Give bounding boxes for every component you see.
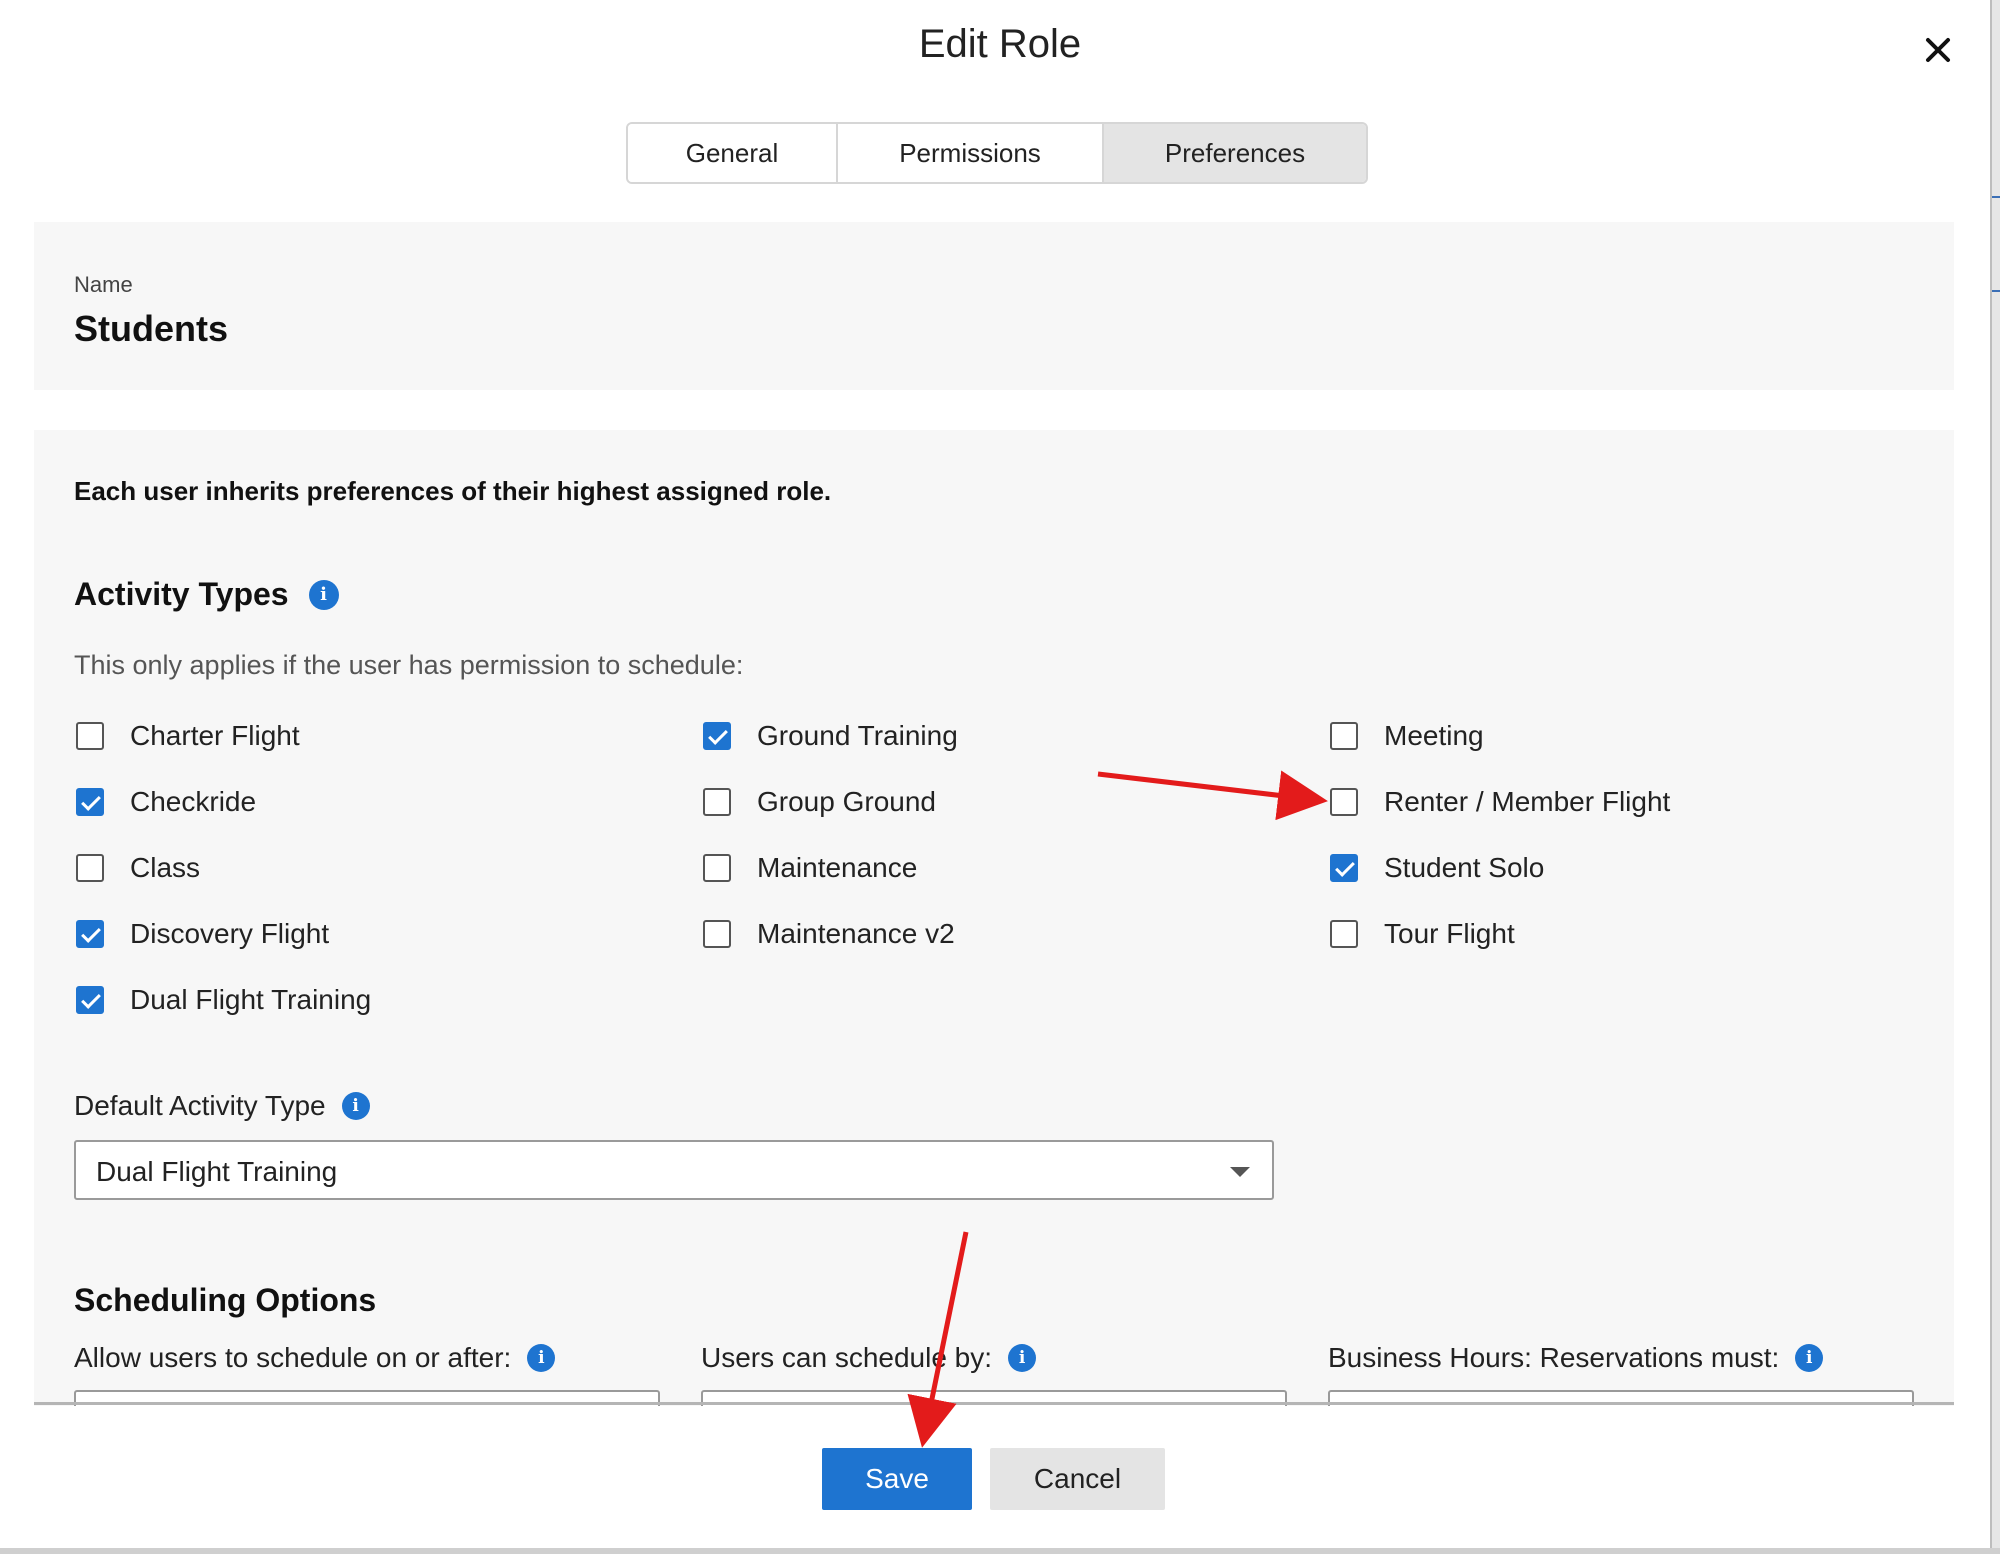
checkbox-icon[interactable] xyxy=(1330,788,1358,816)
checkbox-student-solo[interactable]: Student Solo xyxy=(1330,852,1544,884)
name-section: Name Students xyxy=(34,222,1954,390)
scheduling-options-title: Scheduling Options xyxy=(74,1282,377,1318)
checkbox-label: Maintenance v2 xyxy=(757,918,955,949)
activity-types-title: Activity Types xyxy=(74,576,289,612)
save-button[interactable]: Save xyxy=(822,1448,972,1510)
bottom-edge xyxy=(0,1548,2000,1554)
checkbox-label: Meeting xyxy=(1384,720,1484,751)
checkbox-class[interactable]: Class xyxy=(76,852,200,884)
checkbox-label: Discovery Flight xyxy=(130,918,330,949)
activity-types-heading: Activity Types i xyxy=(74,576,339,613)
checkbox-checked-icon[interactable] xyxy=(76,920,104,948)
business-hours-label-row: Business Hours: Reservations must: i xyxy=(1328,1342,1824,1374)
checkbox-label: Group Ground xyxy=(757,786,936,817)
checkbox-icon[interactable] xyxy=(1330,920,1358,948)
checkbox-checkride[interactable]: Checkride xyxy=(76,786,256,818)
default-activity-select[interactable]: Dual Flight Training xyxy=(74,1140,1274,1200)
default-activity-label-row: Default Activity Type i xyxy=(74,1090,370,1122)
activity-types-subtitle: This only applies if the user has permis… xyxy=(74,650,744,680)
checkbox-discovery-flight[interactable]: Discovery Flight xyxy=(76,918,329,950)
schedule-by-label: Users can schedule by: xyxy=(701,1342,993,1373)
checkbox-checked-icon[interactable] xyxy=(76,986,104,1014)
edit-role-dialog: Edit Role General Permissions Preference… xyxy=(0,0,1990,1554)
checkbox-icon[interactable] xyxy=(76,854,104,882)
default-activity-value: Dual Flight Training xyxy=(96,1156,338,1187)
checkbox-label: Dual Flight Training xyxy=(130,984,372,1015)
checkbox-dual-flight-training[interactable]: Dual Flight Training xyxy=(76,984,371,1016)
footer-divider xyxy=(34,1402,1954,1405)
checkbox-charter-flight[interactable]: Charter Flight xyxy=(76,720,300,752)
checkbox-icon[interactable] xyxy=(76,722,104,750)
scheduling-options-heading: Scheduling Options xyxy=(74,1282,376,1319)
info-icon[interactable]: i xyxy=(1008,1344,1037,1372)
info-icon[interactable]: i xyxy=(308,579,339,610)
checkbox-label: Charter Flight xyxy=(130,720,300,751)
info-icon[interactable]: i xyxy=(1795,1344,1824,1372)
tab-bar: General Permissions Preferences xyxy=(626,122,1368,184)
checkbox-ground-training[interactable]: Ground Training xyxy=(703,720,958,752)
checkbox-renter-member-flight[interactable]: Renter / Member Flight xyxy=(1330,786,1670,818)
checkbox-label: Renter / Member Flight xyxy=(1384,786,1671,817)
checkbox-label: Class xyxy=(130,852,201,883)
schedule-on-or-after-label: Allow users to schedule on or after: xyxy=(74,1342,512,1373)
checkbox-label: Ground Training xyxy=(757,720,958,751)
checkbox-icon[interactable] xyxy=(703,788,731,816)
checkbox-label: Maintenance xyxy=(757,852,918,883)
checkbox-meeting[interactable]: Meeting xyxy=(1330,720,1484,752)
checkbox-icon[interactable] xyxy=(703,854,731,882)
schedule-on-or-after-label-row: Allow users to schedule on or after: i xyxy=(74,1342,556,1374)
scrollbar-mark xyxy=(1992,196,2000,198)
checkbox-label: Tour Flight xyxy=(1384,918,1515,949)
dialog-title: Edit Role xyxy=(918,22,1082,66)
info-icon[interactable]: i xyxy=(341,1092,370,1120)
scrollbar[interactable] xyxy=(1990,0,2000,1554)
caret-down-icon xyxy=(1230,1167,1250,1177)
schedule-by-label-row: Users can schedule by: i xyxy=(701,1342,1037,1374)
tab-general[interactable]: General xyxy=(628,124,838,182)
close-icon[interactable] xyxy=(1918,30,1958,70)
checkbox-label: Checkride xyxy=(130,786,257,817)
checkbox-icon[interactable] xyxy=(703,920,731,948)
checkbox-maintenance-v2[interactable]: Maintenance v2 xyxy=(703,918,955,950)
checkbox-label: Student Solo xyxy=(1384,852,1545,883)
checkbox-icon[interactable] xyxy=(1330,722,1358,750)
tab-permissions[interactable]: Permissions xyxy=(838,124,1104,182)
tab-preferences[interactable]: Preferences xyxy=(1104,124,1366,182)
role-name-value: Students xyxy=(74,308,229,349)
checkbox-group-ground[interactable]: Group Ground xyxy=(703,786,936,818)
info-icon[interactable]: i xyxy=(527,1344,556,1372)
inherit-note: Each user inherits preferences of their … xyxy=(74,476,832,506)
preferences-section: Each user inherits preferences of their … xyxy=(34,430,1954,1406)
business-hours-label: Business Hours: Reservations must: xyxy=(1328,1342,1780,1373)
cancel-button[interactable]: Cancel xyxy=(990,1448,1165,1510)
checkbox-tour-flight[interactable]: Tour Flight xyxy=(1330,918,1515,950)
default-activity-label: Default Activity Type xyxy=(74,1090,326,1121)
checkbox-maintenance[interactable]: Maintenance xyxy=(703,852,917,884)
checkbox-checked-icon[interactable] xyxy=(703,722,731,750)
scrollbar-mark xyxy=(1992,290,2000,292)
checkbox-checked-icon[interactable] xyxy=(1330,854,1358,882)
checkbox-checked-icon[interactable] xyxy=(76,788,104,816)
name-label: Name xyxy=(74,272,133,297)
